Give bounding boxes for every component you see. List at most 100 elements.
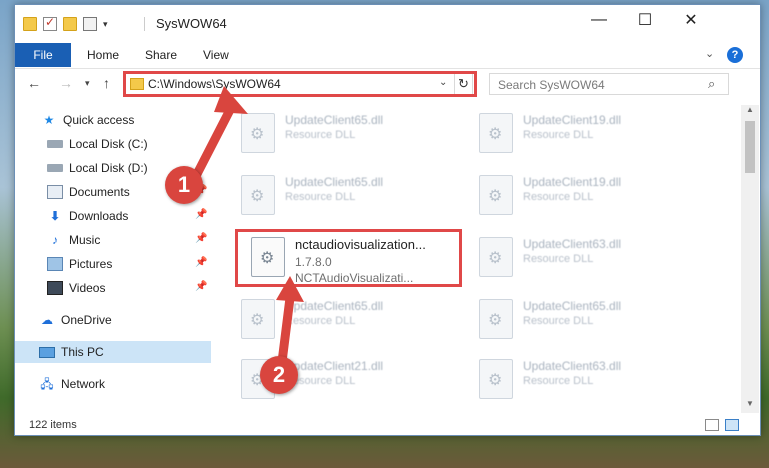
tab-home[interactable]: Home	[87, 48, 119, 62]
quick-access-toolbar: ▾	[23, 15, 111, 31]
file-name: UpdateClient65.dll	[285, 299, 384, 313]
scroll-thumb[interactable]	[745, 121, 755, 173]
ribbon-tabs: File Home Share View ⌄ ?	[15, 43, 760, 69]
sidebar-item-videos[interactable]: Videos 📌	[15, 277, 211, 299]
close-button[interactable]: ✕	[668, 5, 714, 35]
dll-file-icon	[479, 113, 513, 153]
title-separator	[144, 17, 145, 31]
file-name: UpdateClient19.dll	[523, 175, 622, 189]
dll-file-icon	[241, 113, 275, 153]
sidebar-item-label: Network	[61, 377, 106, 391]
pin-icon[interactable]: 📌	[195, 257, 207, 268]
navigation-bar: ← → ▾ ↑ C:\Windows\SysWOW64 ⌄ ↻ Search S…	[15, 69, 760, 99]
file-description: Resource DLL	[285, 191, 356, 203]
properties-check-icon[interactable]	[43, 15, 57, 31]
sidebar-item-label: Downloads	[69, 209, 129, 223]
downloads-icon: ⬇	[49, 209, 61, 223]
file-item[interactable]: UpdateClient19.dll Resource DLL	[465, 107, 685, 165]
scroll-up-icon[interactable]: ▲	[741, 105, 759, 119]
forward-arrow-icon[interactable]: →	[59, 75, 73, 91]
dll-file-icon	[241, 299, 275, 339]
disk-icon	[47, 140, 63, 148]
file-description: Resource DLL	[523, 315, 594, 327]
tab-share[interactable]: Share	[145, 48, 177, 62]
file-item[interactable]: UpdateClient21.dll Resource DLL	[227, 353, 447, 411]
sidebar-item-quick-access[interactable]: ★ Quick access	[15, 109, 211, 131]
sidebar-item-label: This PC	[61, 345, 104, 359]
pictures-icon	[47, 257, 63, 271]
items-count: 122 items	[29, 419, 77, 431]
documents-icon	[47, 185, 63, 199]
sidebar-item-label: OneDrive	[61, 313, 112, 327]
network-icon: 🖧	[40, 377, 54, 391]
dll-file-icon	[479, 175, 513, 215]
tiles-view-icon[interactable]	[725, 419, 739, 431]
file-item[interactable]: UpdateClient65.dll Resource DLL	[227, 293, 447, 351]
this-pc-icon	[39, 346, 55, 358]
status-bar: 122 items	[15, 415, 760, 437]
file-name: UpdateClient63.dll	[523, 237, 622, 251]
up-arrow-icon[interactable]: ↑	[103, 75, 110, 91]
customize-dropdown-icon[interactable]: ▾	[103, 17, 111, 31]
file-description: Resource DLL	[523, 375, 594, 387]
title-bar: ▾ SysWOW64 — ☐ ✕	[15, 5, 760, 43]
expand-ribbon-chevron-icon[interactable]: ⌄	[705, 47, 714, 60]
file-item[interactable]: UpdateClient65.dll Resource DLL	[227, 169, 447, 227]
tab-file[interactable]: File	[15, 43, 71, 67]
file-name: UpdateClient65.dll	[285, 113, 384, 127]
vertical-scrollbar[interactable]: ▲ ▼	[741, 105, 759, 413]
back-arrow-icon[interactable]: ←	[27, 75, 41, 91]
pin-icon[interactable]: 📌	[195, 233, 207, 244]
dll-file-icon	[241, 175, 275, 215]
pin-icon[interactable]: 📌	[195, 281, 207, 292]
search-input[interactable]: Search SysWOW64 ⌕	[489, 73, 729, 95]
details-view-icon[interactable]	[705, 419, 719, 431]
file-item[interactable]: UpdateClient19.dll Resource DLL	[465, 169, 685, 227]
star-icon: ★	[43, 113, 55, 127]
scroll-down-icon[interactable]: ▼	[741, 399, 759, 413]
file-item[interactable]: UpdateClient63.dll Resource DLL	[465, 353, 685, 411]
search-icon[interactable]: ⌕	[708, 76, 715, 92]
sidebar-item-onedrive[interactable]: ☁ OneDrive	[15, 309, 211, 331]
explorer-window: ▾ SysWOW64 — ☐ ✕ File Home Share View ⌄ …	[14, 4, 761, 436]
address-highlight-box	[123, 71, 477, 97]
folder-icon[interactable]	[23, 17, 37, 31]
sidebar-item-pictures[interactable]: Pictures 📌	[15, 253, 211, 275]
sidebar-item-label: Documents	[69, 185, 130, 199]
sidebar-item-music[interactable]: ♪ Music 📌	[15, 229, 211, 251]
sidebar-item-downloads[interactable]: ⬇ Downloads 📌	[15, 205, 211, 227]
step-2-callout: 2	[260, 356, 298, 394]
sidebar-item-label: Pictures	[69, 257, 113, 271]
sidebar-item-label: Music	[69, 233, 101, 247]
file-description: Resource DLL	[285, 129, 356, 141]
maximize-button[interactable]: ☐	[622, 5, 668, 35]
file-name: UpdateClient63.dll	[523, 359, 622, 373]
properties-icon[interactable]	[83, 17, 97, 31]
dll-file-icon	[479, 359, 513, 399]
file-name: UpdateClient65.dll	[523, 299, 622, 313]
disk-icon	[47, 164, 63, 172]
new-folder-icon[interactable]	[63, 17, 77, 31]
sidebar-item-label: Quick access	[63, 113, 135, 127]
file-item[interactable]: UpdateClient65.dll Resource DLL	[465, 293, 685, 351]
tab-view[interactable]: View	[203, 48, 229, 62]
recent-locations-chevron-icon[interactable]: ▾	[85, 78, 90, 89]
window-title: SysWOW64	[156, 16, 227, 31]
sidebar-item-this-pc[interactable]: This PC	[15, 341, 211, 363]
file-name: UpdateClient19.dll	[523, 113, 622, 127]
sidebar-item-local-disk-c[interactable]: Local Disk (C:)	[15, 133, 211, 155]
sidebar-item-network[interactable]: 🖧 Network	[15, 373, 211, 395]
file-item[interactable]: UpdateClient63.dll Resource DLL	[465, 231, 685, 289]
pin-icon[interactable]: 📌	[195, 209, 207, 220]
help-icon[interactable]: ?	[727, 47, 743, 63]
file-highlight-box	[235, 229, 462, 287]
minimize-button[interactable]: —	[576, 5, 622, 35]
step-1-callout: 1	[165, 166, 203, 204]
onedrive-icon: ☁	[41, 313, 53, 327]
search-placeholder: Search SysWOW64	[498, 78, 605, 92]
videos-icon	[47, 281, 63, 295]
sidebar-item-label: Local Disk (D:)	[69, 161, 148, 175]
view-switcher	[705, 419, 739, 431]
file-description: Resource DLL	[285, 315, 356, 327]
file-item[interactable]: UpdateClient65.dll Resource DLL	[227, 107, 447, 165]
